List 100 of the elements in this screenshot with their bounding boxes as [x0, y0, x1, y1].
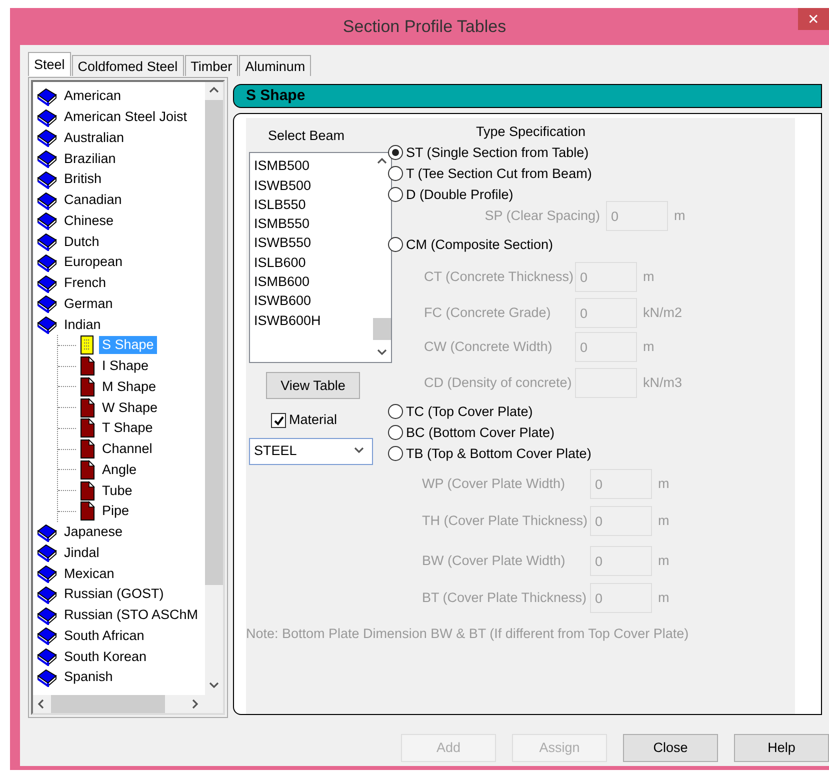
tree-item[interactable]: T Shape: [99, 419, 156, 438]
tab[interactable]: Aluminum: [239, 55, 312, 76]
page-icon: [80, 460, 95, 480]
tree-item[interactable]: German: [61, 294, 116, 313]
tab[interactable]: Steel: [28, 52, 71, 76]
window-title: Section Profile Tables: [342, 16, 506, 38]
book-icon: [37, 626, 57, 646]
page-icon: [80, 418, 95, 438]
tree-item[interactable]: Russian (GOST): [61, 585, 167, 604]
book-icon: [37, 128, 57, 148]
beam-list[interactable]: ISMB500 ISWB500 ISLB550 ISMB550 ISWB550 ISLB600 ISMB600 ISWB600 ISWB600H: [249, 152, 392, 364]
tree-item[interactable]: Spanish: [61, 668, 116, 686]
book-icon: [37, 668, 57, 687]
tree-item[interactable]: American Steel Joist: [61, 108, 190, 126]
scroll-thumb[interactable]: [205, 100, 223, 585]
tree-item[interactable]: European: [61, 253, 126, 272]
dialog-button[interactable]: Help: [734, 734, 829, 762]
tree-item[interactable]: Japanese: [61, 523, 126, 542]
tree-item[interactable]: Pipe: [99, 502, 132, 520]
book-icon: [37, 108, 57, 127]
book-icon: [37, 86, 57, 106]
tree-item[interactable]: Russian (STO ASChM: [61, 606, 202, 624]
tree-item[interactable]: I Shape: [99, 357, 152, 376]
book-icon: [37, 584, 57, 604]
unit-label: m: [658, 552, 670, 570]
field-label: CW (Concrete Width): [424, 338, 554, 356]
page-icon: [80, 480, 95, 501]
radio-label: ST (Single Section from Table): [406, 144, 589, 162]
tree-item[interactable]: American: [61, 87, 124, 106]
field-label: BW (Cover Plate Width): [422, 552, 566, 570]
list-item[interactable]: ISWB500: [254, 176, 373, 195]
list-item[interactable]: ISMB500: [254, 156, 373, 176]
tree-item[interactable]: Canadian: [61, 191, 125, 210]
view-table-button[interactable]: View Table: [266, 372, 360, 400]
check-icon: [272, 414, 284, 426]
list-item[interactable]: ISLB600: [254, 252, 373, 272]
tree-item[interactable]: British: [61, 170, 105, 188]
radio-label: TC (Top Cover Plate): [406, 402, 533, 421]
tree-item[interactable]: Chinese: [61, 212, 117, 230]
radio-label: D (Double Profile): [406, 186, 514, 204]
tree-item[interactable]: Jindal: [61, 544, 102, 562]
panel-title: S Shape: [233, 84, 822, 108]
book-icon: [37, 522, 57, 542]
tree-item[interactable]: Dutch: [61, 232, 102, 251]
tree-item[interactable]: South Korean: [61, 648, 150, 666]
material-dropdown[interactable]: STEEL: [249, 438, 373, 464]
radio-button[interactable]: [388, 145, 403, 160]
tree-item[interactable]: Indian: [61, 316, 104, 334]
radio-button[interactable]: [388, 404, 403, 420]
list-item[interactable]: ISWB550: [254, 233, 373, 253]
tree-item[interactable]: Brazilian: [61, 150, 119, 168]
radio-button[interactable]: [388, 237, 403, 252]
scrollbar[interactable]: [33, 695, 223, 713]
dialog-button[interactable]: Close: [623, 734, 718, 762]
book-icon: [37, 647, 57, 666]
radio-button[interactable]: [388, 446, 403, 462]
list-item[interactable]: ISMB550: [254, 214, 373, 234]
tree-item[interactable]: French: [61, 274, 110, 292]
close-button[interactable]: ✕: [798, 8, 829, 30]
tree-item[interactable]: Tube: [99, 482, 136, 500]
book-icon: [37, 315, 57, 334]
scroll-thumb[interactable]: [373, 318, 391, 340]
field-label: BT (Cover Plate Thickness): [422, 589, 584, 608]
page-icon: [80, 376, 95, 397]
field-label: SP (Clear Spacing): [484, 207, 600, 226]
tab[interactable]: Coldfomed Steel: [72, 55, 184, 76]
unit-label: kN/m3: [643, 374, 682, 392]
unit-label: m: [658, 475, 670, 494]
radio-button[interactable]: [388, 166, 403, 182]
scroll-thumb[interactable]: [51, 695, 165, 713]
page-icon: [80, 356, 95, 376]
book-icon: [37, 149, 57, 168]
unit-label: m: [658, 512, 670, 530]
tree-item[interactable]: Mexican: [61, 564, 118, 583]
checkbox[interactable]: [271, 412, 286, 428]
tree-item[interactable]: South African: [61, 626, 148, 645]
field-label: CD (Density of concrete): [424, 374, 569, 392]
unit-label: kN/m2: [643, 304, 682, 322]
tree-item[interactable]: Australian: [61, 128, 128, 147]
list-item[interactable]: ISWB600: [254, 291, 373, 311]
radio-button[interactable]: [388, 425, 403, 440]
tree-item[interactable]: W Shape: [99, 398, 161, 417]
book-icon: [37, 274, 57, 293]
book-icon: [37, 252, 57, 272]
list-item[interactable]: ISMB600: [254, 272, 373, 292]
unit-label: m: [658, 589, 670, 608]
table-icon: [80, 335, 95, 356]
tab[interactable]: Timber: [184, 55, 238, 76]
chevron-down-icon: [354, 446, 364, 456]
radio-label: TB (Top & Bottom Cover Plate): [406, 444, 592, 463]
page-icon: [80, 398, 95, 418]
tree-item[interactable]: Angle: [99, 460, 140, 479]
dropdown-value: STEEL: [254, 442, 297, 460]
book-icon: [37, 564, 57, 584]
tree-item[interactable]: M Shape: [99, 378, 160, 396]
tree-item[interactable]: Channel: [99, 440, 156, 458]
radio-button[interactable]: [388, 187, 403, 202]
list-item[interactable]: ISWB600H: [254, 310, 373, 330]
scrollbar[interactable]: [205, 82, 223, 695]
list-item[interactable]: ISLB550: [254, 194, 373, 214]
